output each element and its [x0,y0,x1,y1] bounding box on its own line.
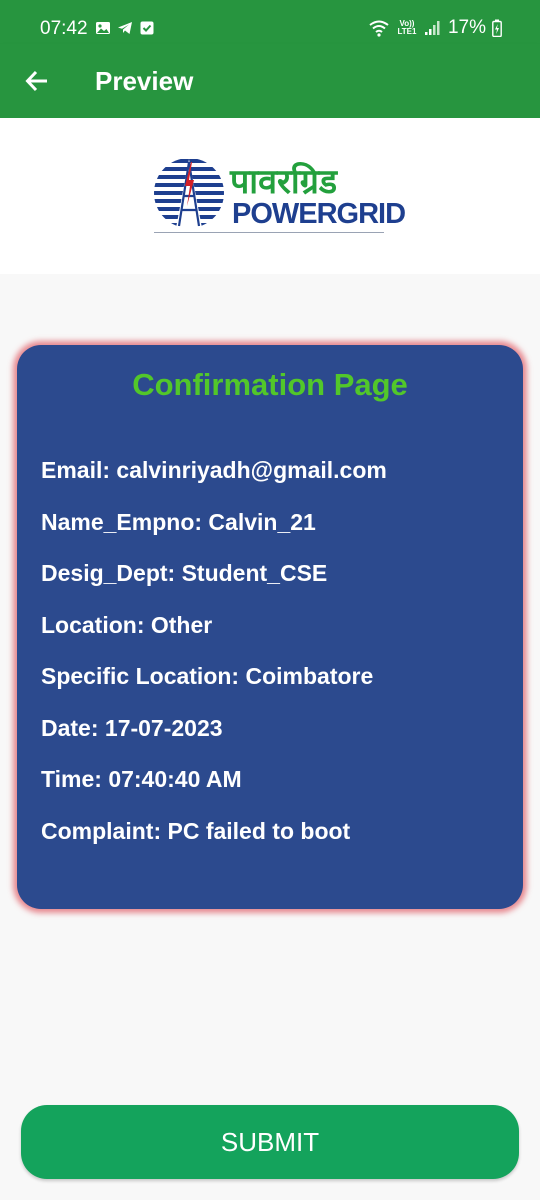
detail-specific-location: Specific Location: Coimbatore [41,663,374,689]
page-title: Preview [95,66,194,96]
powergrid-logo: पावरग्रिड POWERGRID [152,154,406,236]
app-bar: Preview [0,44,540,118]
back-button[interactable] [18,62,56,100]
telegram-icon [118,22,132,34]
card-title: Confirmation Page [132,367,408,402]
logo-hindi-text: पावरग्रिड [230,163,338,201]
battery-charging-icon [492,19,502,37]
system-status-icons: Vo)) LTE1 17% [368,17,502,39]
logo-underline [154,232,384,233]
powergrid-emblem-icon [154,158,224,228]
wifi-icon [369,20,389,37]
details-list: Email: calvinriyadh@gmail.com Name_Empno… [41,457,387,869]
detail-desig-dept: Desig_Dept: Student_CSE [41,560,328,586]
checkbox-notification-icon [140,21,154,35]
notification-icons [95,20,155,36]
detail-date: Date: 17-07-2023 [41,714,223,741]
confirmation-card: Confirmation Page Email: calvinriyadh@gm… [17,345,523,909]
logo-area: पावरग्रिड POWERGRID [0,118,540,274]
status-bar: 07:42 Vo)) LTE1 17% [0,0,540,44]
signal-icon [424,21,440,35]
gallery-icon [96,22,110,34]
volte-label: Vo)) LTE1 [397,19,417,36]
logo-english-text: POWERGRID [232,198,406,230]
submit-button[interactable]: SUBMIT [21,1105,519,1179]
detail-location: Location: Other [41,611,213,638]
detail-email: Email: calvinriyadh@gmail.com [41,457,387,483]
detail-complaint: Complaint: PC failed to boot [41,817,351,844]
arrow-back-icon [25,70,47,92]
battery-percent: 17% [447,17,486,38]
detail-name-empno: Name_Empno: Calvin_21 [41,508,316,535]
detail-time: Time: 07:40:40 AM [41,766,242,792]
status-time: 07:42 [40,18,88,39]
